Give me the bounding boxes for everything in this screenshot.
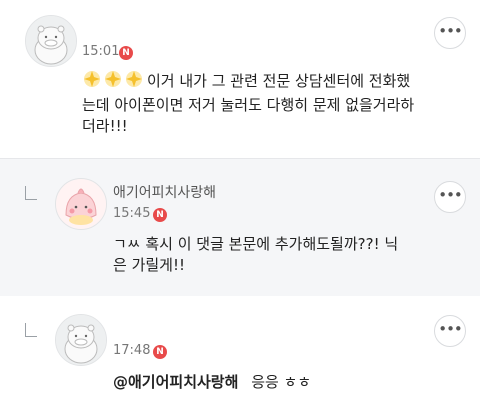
sparkle-star-icon	[82, 69, 145, 95]
new-badge: N	[153, 208, 167, 222]
reply-arrow-icon	[25, 186, 37, 200]
comment-2-reply: 애기어피치사랑해 15:45 N ••• ㄱㅆ 혹시 이 댓글 본문에 추가해도…	[0, 158, 480, 297]
reply-arrow-icon	[25, 323, 37, 337]
new-badge: N	[153, 345, 167, 359]
comment-nickname[interactable]: 애기어피치사랑해	[113, 182, 216, 202]
more-options-button[interactable]: •••	[434, 315, 466, 347]
new-badge: N	[119, 46, 133, 60]
comment-body: ㄱㅆ 혹시 이 댓글 본문에 추가해도될까??! 닉 은 가릴게!!	[113, 234, 473, 276]
apeach-avatar-icon	[56, 179, 106, 229]
comment-text-line: 이거 내가 그 관련 전문 상담센터에 전화했	[147, 72, 411, 90]
hippo-avatar-icon	[26, 16, 76, 66]
comment-text-line: 는데 아이폰이면 저거 눌러도 다행히 문제 없을거라하	[82, 96, 415, 114]
comment-3-reply: 17:48 N ••• @애기어피치사랑해 응응 ㅎㅎ	[0, 296, 480, 402]
comment-time: 15:45	[113, 206, 151, 221]
avatar[interactable]	[25, 15, 77, 67]
mention-link[interactable]: @애기어피치사랑해	[113, 373, 238, 391]
comment-body: @애기어피치사랑해 응응 ㅎㅎ	[113, 372, 473, 393]
comment-text: 응응 ㅎㅎ	[251, 373, 312, 391]
avatar[interactable]	[55, 314, 107, 366]
comment-1: 15:01 N ••• 이거 내가 그 관련 전문 상담센터에 전화했 는데 아…	[0, 0, 480, 158]
comment-time: 15:01	[82, 44, 120, 59]
comment-text-line: 은 가릴게!!	[113, 256, 185, 274]
avatar[interactable]	[55, 178, 107, 230]
comment-text-line: 더라!!!	[82, 117, 128, 135]
hippo-avatar-icon	[56, 315, 106, 365]
comment-time: 17:48	[113, 343, 151, 358]
more-options-button[interactable]: •••	[434, 181, 466, 213]
comment-body: 이거 내가 그 관련 전문 상담센터에 전화했 는데 아이폰이면 저거 눌러도 …	[82, 69, 472, 137]
more-options-button[interactable]: •••	[434, 17, 466, 49]
comment-text-line: ㄱㅆ 혹시 이 댓글 본문에 추가해도될까??! 닉	[113, 235, 399, 253]
